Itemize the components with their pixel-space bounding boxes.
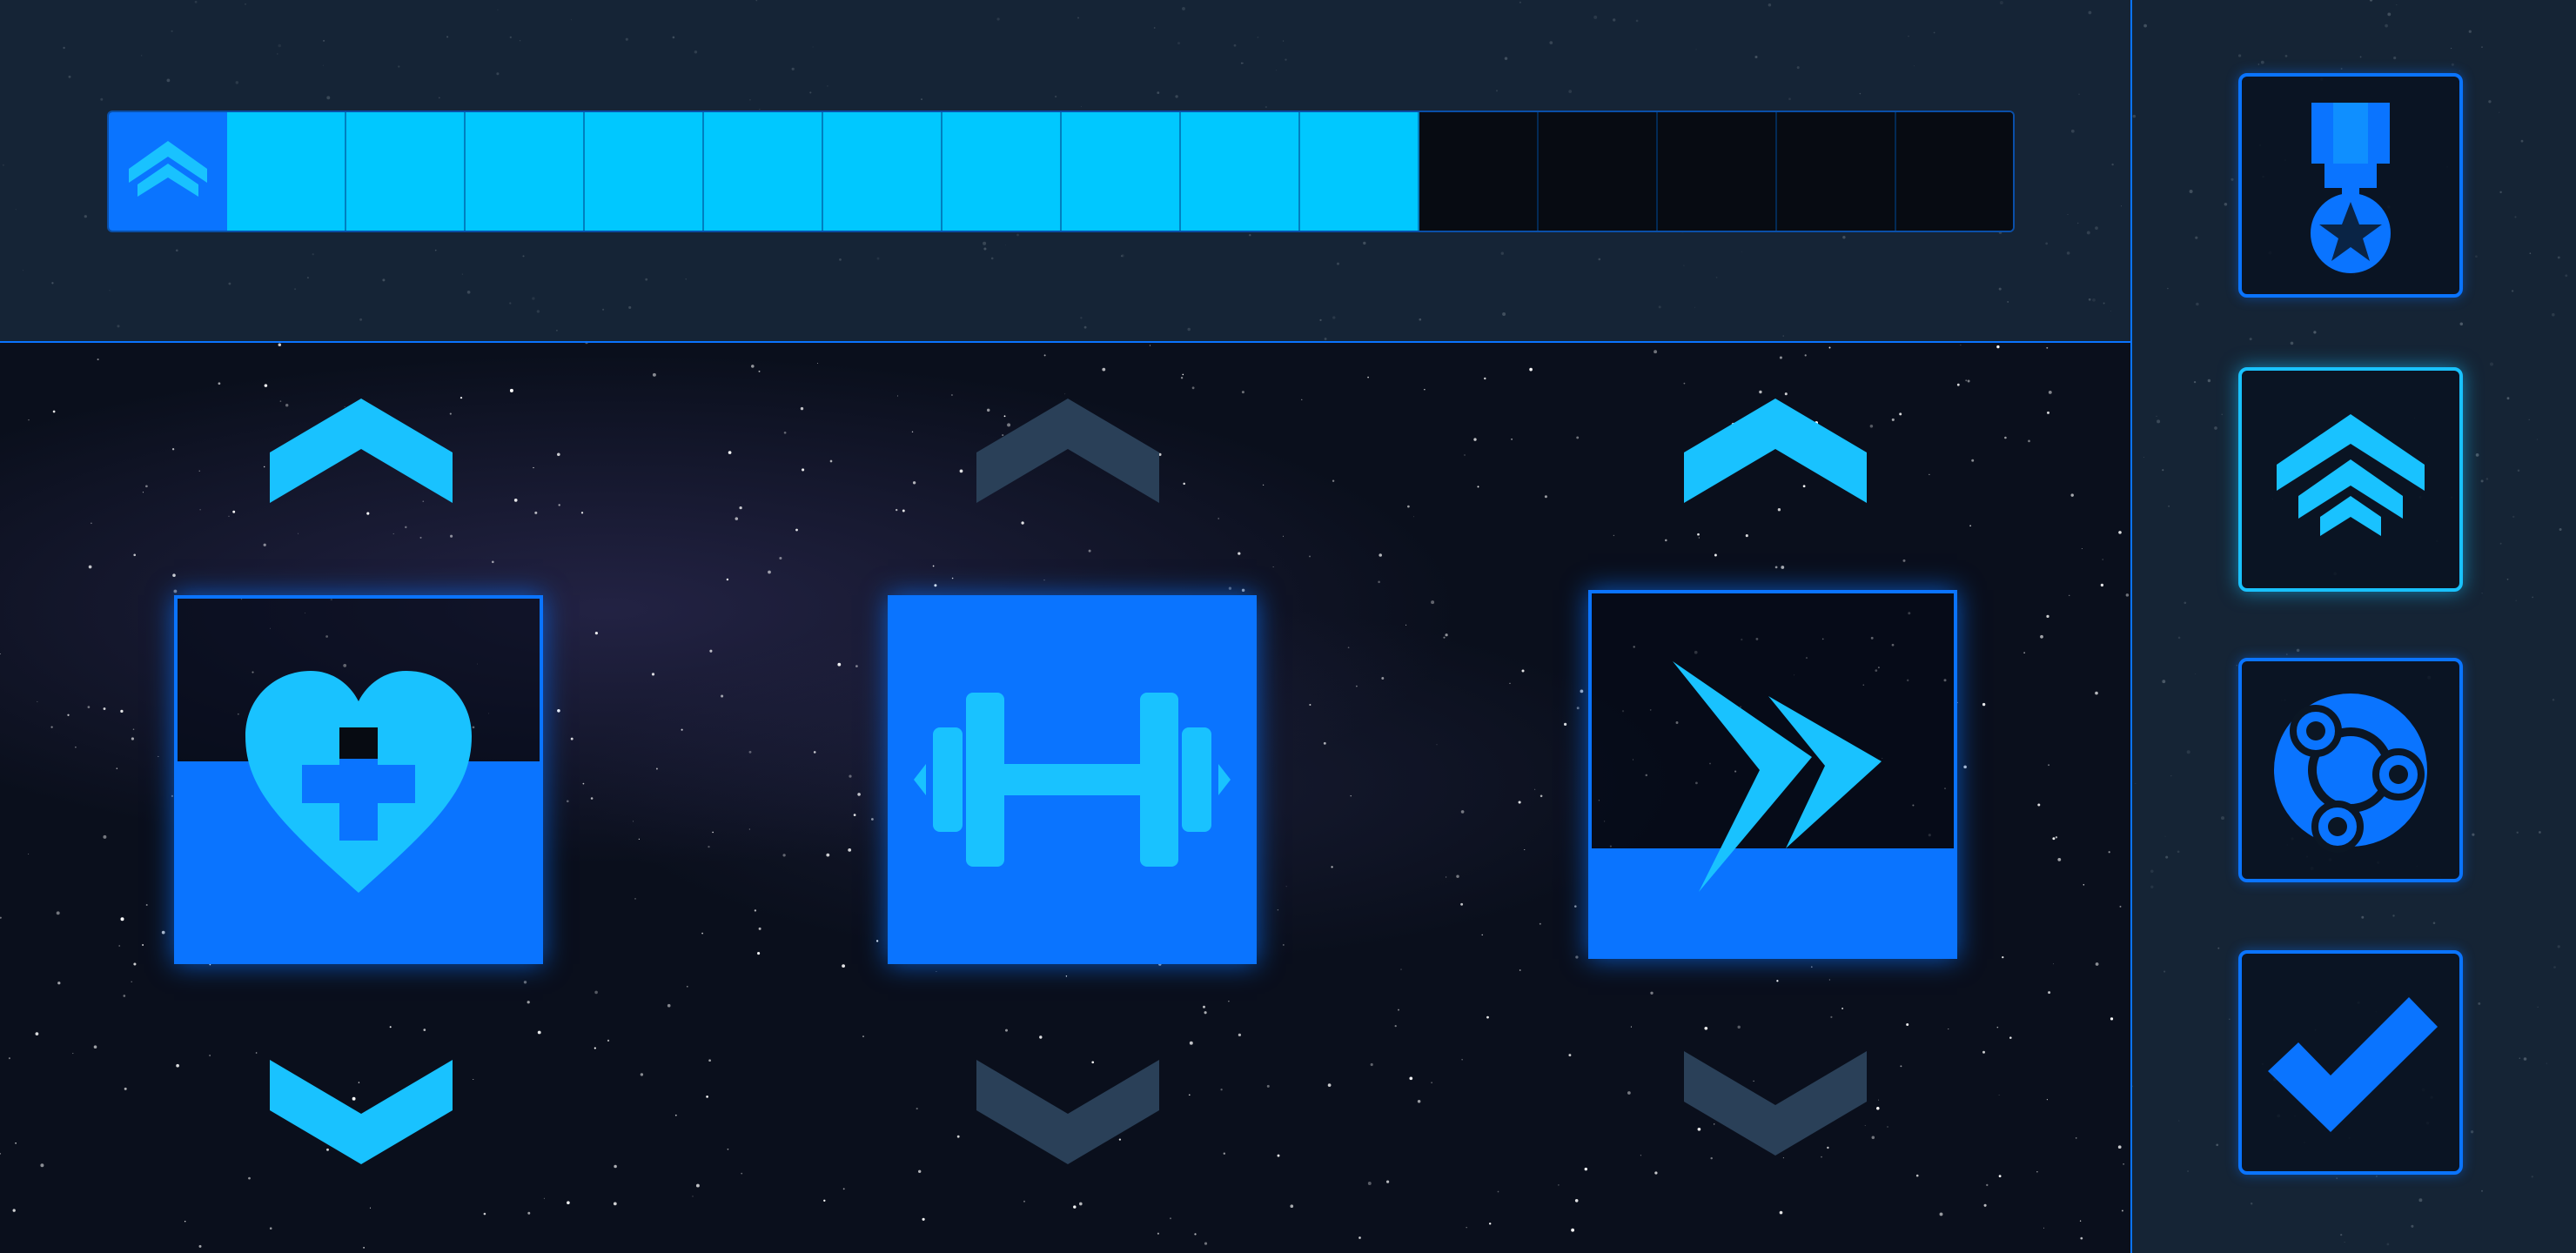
speed-increase-arrow[interactable] bbox=[1684, 399, 1867, 503]
rank-segment-empty bbox=[1896, 112, 2013, 231]
rank-progress-bar bbox=[107, 111, 2015, 232]
rank-segment-empty bbox=[1539, 112, 1658, 231]
rank-up-icon bbox=[2277, 414, 2425, 536]
heart-plus-icon bbox=[245, 671, 472, 893]
rank-segment-filled bbox=[1181, 112, 1300, 231]
strength-increase-arrow[interactable] bbox=[976, 399, 1159, 503]
strength-decrease-arrow[interactable] bbox=[976, 1060, 1159, 1164]
rank-segment-filled bbox=[585, 112, 704, 231]
strength-ability-slot[interactable] bbox=[888, 595, 1257, 964]
rank-segment-filled bbox=[466, 112, 585, 231]
top-panel bbox=[0, 0, 2130, 343]
double-chevron-right-icon bbox=[1673, 661, 1882, 892]
rank-segment-filled bbox=[1062, 112, 1181, 231]
health-decrease-arrow[interactable] bbox=[270, 1060, 453, 1164]
medals-button[interactable] bbox=[2238, 73, 2463, 298]
skill-tree-button[interactable] bbox=[2238, 658, 2463, 882]
skill-tree-icon bbox=[2274, 694, 2427, 853]
rank-up-button[interactable] bbox=[2238, 367, 2463, 592]
rank-badge bbox=[109, 112, 227, 231]
medal-icon bbox=[2311, 103, 2391, 273]
rank-segment-empty bbox=[1777, 112, 1896, 231]
rank-segment-filled bbox=[704, 112, 823, 231]
rank-segment-empty bbox=[1419, 112, 1539, 231]
rank-chevrons-icon bbox=[129, 141, 207, 197]
rank-segment-filled bbox=[227, 112, 346, 231]
speed-decrease-arrow[interactable] bbox=[1684, 1051, 1867, 1156]
health-increase-arrow[interactable] bbox=[270, 399, 453, 503]
confirm-button[interactable] bbox=[2238, 950, 2463, 1175]
rank-segment-filled bbox=[823, 112, 943, 231]
checkmark-icon bbox=[2268, 997, 2438, 1132]
rank-segment-filled bbox=[1300, 112, 1419, 231]
health-ability-slot[interactable] bbox=[174, 595, 543, 964]
dumbbell-icon bbox=[914, 693, 1231, 867]
rank-segment-filled bbox=[346, 112, 466, 231]
speed-ability-slot[interactable] bbox=[1588, 590, 1957, 959]
rank-segments bbox=[227, 112, 2013, 231]
rank-segment-filled bbox=[943, 112, 1062, 231]
rank-segment-empty bbox=[1658, 112, 1777, 231]
